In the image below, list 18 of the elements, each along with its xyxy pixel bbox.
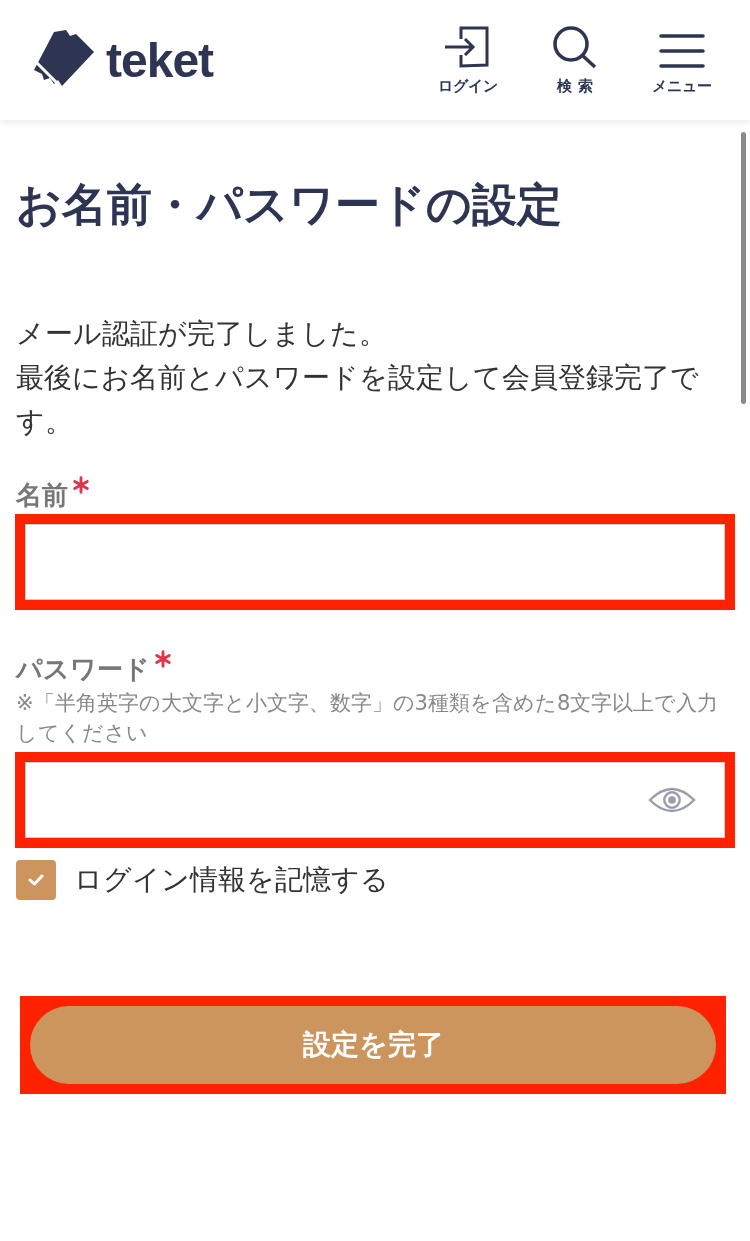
search-icon <box>552 24 598 69</box>
menu-icon <box>658 32 706 69</box>
login-link[interactable]: ログイン <box>438 24 498 96</box>
logo-text[interactable]: teket <box>106 32 214 88</box>
page-title: お名前・パスワードの設定 <box>16 177 563 233</box>
intro-text: メール認証が完了しました。 <box>16 316 388 352</box>
name-field[interactable] <box>25 524 725 600</box>
scrollbar[interactable] <box>741 132 746 404</box>
hint-text: ※「半角英字の大文字と小文字、数字」の3種類を含めた8文字以上で入力してください <box>16 690 720 747</box>
field-label: 名前 <box>16 479 68 512</box>
password-field[interactable] <box>25 762 725 838</box>
checkbox-label: ログイン情報を記憶する <box>74 862 389 898</box>
checkbox[interactable] <box>16 860 56 900</box>
field-label: パスワード <box>16 653 150 686</box>
menu-link[interactable]: メニュー <box>652 32 712 96</box>
intro-text: 最後にお名前とパスワードを設定して会員登録完了です。 <box>16 360 700 440</box>
eye-icon[interactable] <box>648 785 696 815</box>
search-link[interactable]: 検 索 <box>552 24 598 96</box>
